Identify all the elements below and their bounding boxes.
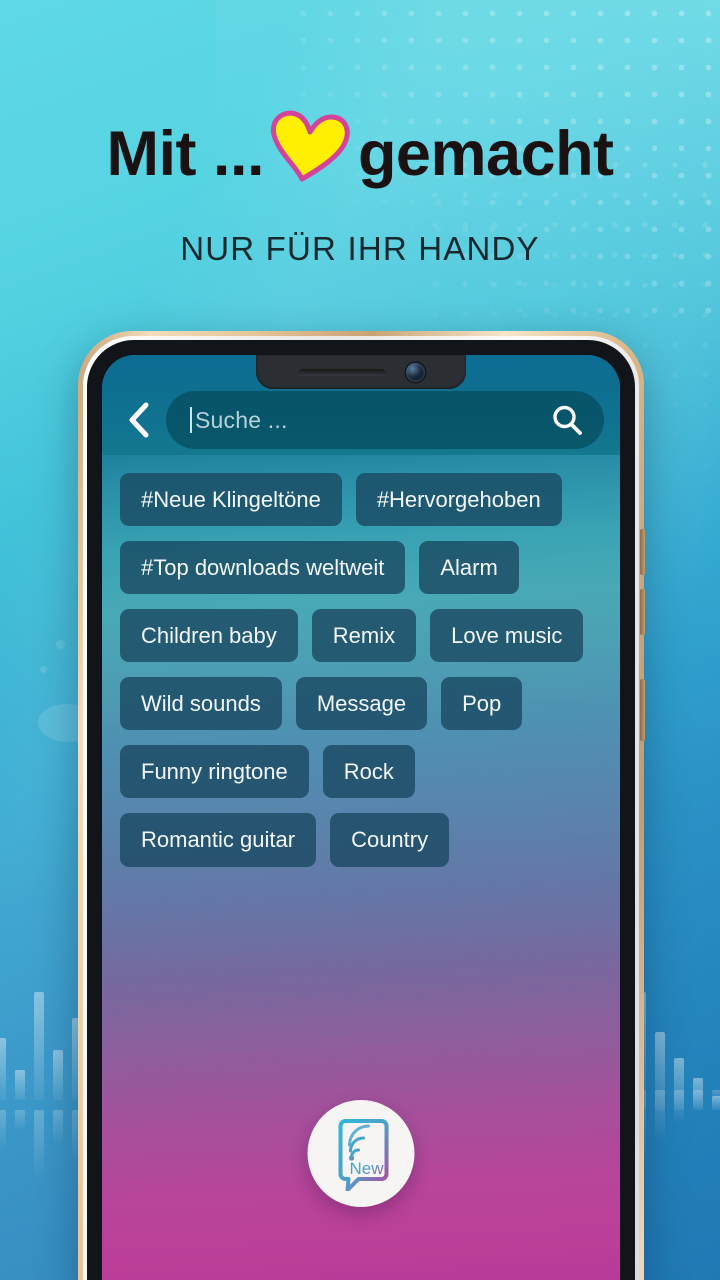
chip-remix[interactable]: Remix — [311, 609, 417, 663]
ringtone-app-icon[interactable]: New — [307, 1100, 415, 1207]
headline-text-after: gemacht — [357, 119, 614, 189]
front-camera-icon — [405, 362, 425, 382]
chip-alarm[interactable]: Alarm — [419, 541, 519, 595]
phone-screen: #Neue Klingeltöne #Hervorgehoben #Top do… — [102, 355, 620, 1280]
chip-pop[interactable]: Pop — [441, 677, 523, 731]
phone-notch — [256, 355, 466, 389]
chip-hervorgehoben[interactable]: #Hervorgehoben — [355, 473, 562, 527]
search-bar[interactable] — [166, 391, 604, 449]
search-input[interactable] — [195, 406, 550, 434]
chip-children-baby[interactable]: Children baby — [120, 609, 298, 663]
text-cursor — [190, 407, 192, 433]
chip-love-music[interactable]: Love music — [430, 609, 584, 663]
search-icon[interactable] — [550, 403, 584, 437]
promo-artboard: Mit ... gemacht NUR FÜR IHR HANDY Suche … — [0, 0, 720, 1280]
headline-text-before: Mit ... — [106, 119, 264, 189]
chip-neue-klingeltoene[interactable]: #Neue Klingeltöne — [120, 473, 342, 527]
chip-funny-ringtone[interactable]: Funny ringtone — [120, 745, 309, 799]
back-button[interactable] — [112, 393, 166, 447]
heart-icon — [266, 108, 352, 193]
volume-down-button[interactable] — [640, 589, 645, 635]
chevron-left-icon — [129, 402, 149, 438]
chip-message[interactable]: Message — [295, 677, 428, 731]
app-icon-badge-text: New — [349, 1159, 384, 1178]
chip-romantic-guitar[interactable]: Romantic guitar — [120, 813, 317, 867]
chip-rock[interactable]: Rock — [322, 745, 415, 799]
volume-up-button[interactable] — [640, 529, 645, 575]
chip-top-downloads-weltweit[interactable]: #Top downloads weltweit — [120, 541, 406, 595]
chip-country[interactable]: Country — [330, 813, 450, 867]
power-button[interactable] — [640, 679, 645, 741]
chip-wild-sounds[interactable]: Wild sounds — [120, 677, 282, 731]
phone-mockup: #Neue Klingeltöne #Hervorgehoben #Top do… — [78, 331, 645, 1280]
category-chip-list: #Neue Klingeltöne #Hervorgehoben #Top do… — [102, 455, 620, 867]
earpiece-speaker-icon — [297, 368, 386, 376]
promo-headline: Mit ... gemacht — [0, 110, 720, 197]
promo-subheadline: NUR FÜR IHR HANDY — [180, 230, 540, 267]
